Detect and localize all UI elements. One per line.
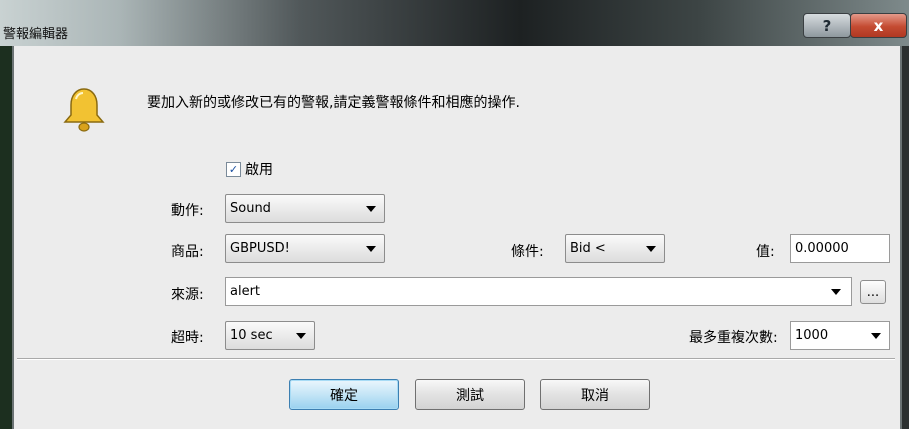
background-window-edge xyxy=(0,46,12,429)
action-select[interactable]: Sound xyxy=(225,194,385,223)
symbol-label: 商品: xyxy=(171,244,204,260)
description-text: 要加入新的或修改已有的警報,請定義警報條件和相應的操作. xyxy=(147,95,520,111)
value-text: 0.00000 xyxy=(795,241,849,256)
dropdown-arrow-icon xyxy=(366,246,376,252)
max-iterations-select[interactable]: 1000 xyxy=(790,321,890,350)
enable-checkbox-row[interactable]: ✓ 啟用 xyxy=(226,159,273,179)
timeout-value: 10 sec xyxy=(230,328,273,343)
separator-line xyxy=(17,358,895,360)
source-label: 來源: xyxy=(171,287,204,303)
browse-label: ... xyxy=(866,284,880,300)
browse-button[interactable]: ... xyxy=(860,280,886,304)
bell-icon xyxy=(63,88,105,132)
ok-button[interactable]: 確定 xyxy=(289,379,399,410)
dropdown-arrow-icon xyxy=(646,246,656,252)
test-button[interactable]: 測試 xyxy=(415,379,525,410)
timeout-select[interactable]: 10 sec xyxy=(225,321,315,350)
test-label: 測試 xyxy=(456,387,484,404)
action-label: 動作: xyxy=(171,203,204,219)
symbol-value: GBPUSD! xyxy=(230,241,290,256)
dropdown-arrow-icon xyxy=(871,333,881,339)
help-button[interactable]: ? xyxy=(803,13,851,38)
dropdown-arrow-icon xyxy=(831,289,841,295)
close-icon: x xyxy=(873,16,884,35)
checkmark-icon: ✓ xyxy=(228,162,239,176)
title-bar: 警報編輯器 ? x xyxy=(0,0,909,46)
source-select[interactable]: alert xyxy=(225,277,852,306)
max-iterations-label: 最多重複次數: xyxy=(689,330,778,346)
cancel-button[interactable]: 取消 xyxy=(540,379,650,410)
alert-editor-dialog: 要加入新的或修改已有的警報,請定義警報條件和相應的操作. ✓ 啟用 動作: So… xyxy=(12,46,902,429)
condition-select[interactable]: Bid < xyxy=(565,234,665,263)
value-input[interactable]: 0.00000 xyxy=(790,234,890,263)
source-value: alert xyxy=(230,284,261,299)
window-title: 警報編輯器 xyxy=(3,27,69,42)
value-label: 值: xyxy=(756,244,775,260)
condition-label: 條件: xyxy=(511,244,544,260)
symbol-select[interactable]: GBPUSD! xyxy=(225,234,385,263)
max-iterations-value: 1000 xyxy=(795,328,829,343)
action-value: Sound xyxy=(230,201,271,216)
close-button[interactable]: x xyxy=(850,13,907,38)
enable-checkbox[interactable]: ✓ xyxy=(226,161,241,177)
enable-label: 啟用 xyxy=(245,162,273,178)
dropdown-arrow-icon xyxy=(366,206,376,212)
timeout-label: 超時: xyxy=(171,330,204,346)
cancel-label: 取消 xyxy=(581,387,609,404)
dropdown-arrow-icon xyxy=(296,333,306,339)
help-icon: ? xyxy=(822,16,832,35)
ok-label: 確定 xyxy=(330,387,358,404)
condition-value: Bid < xyxy=(570,241,606,256)
